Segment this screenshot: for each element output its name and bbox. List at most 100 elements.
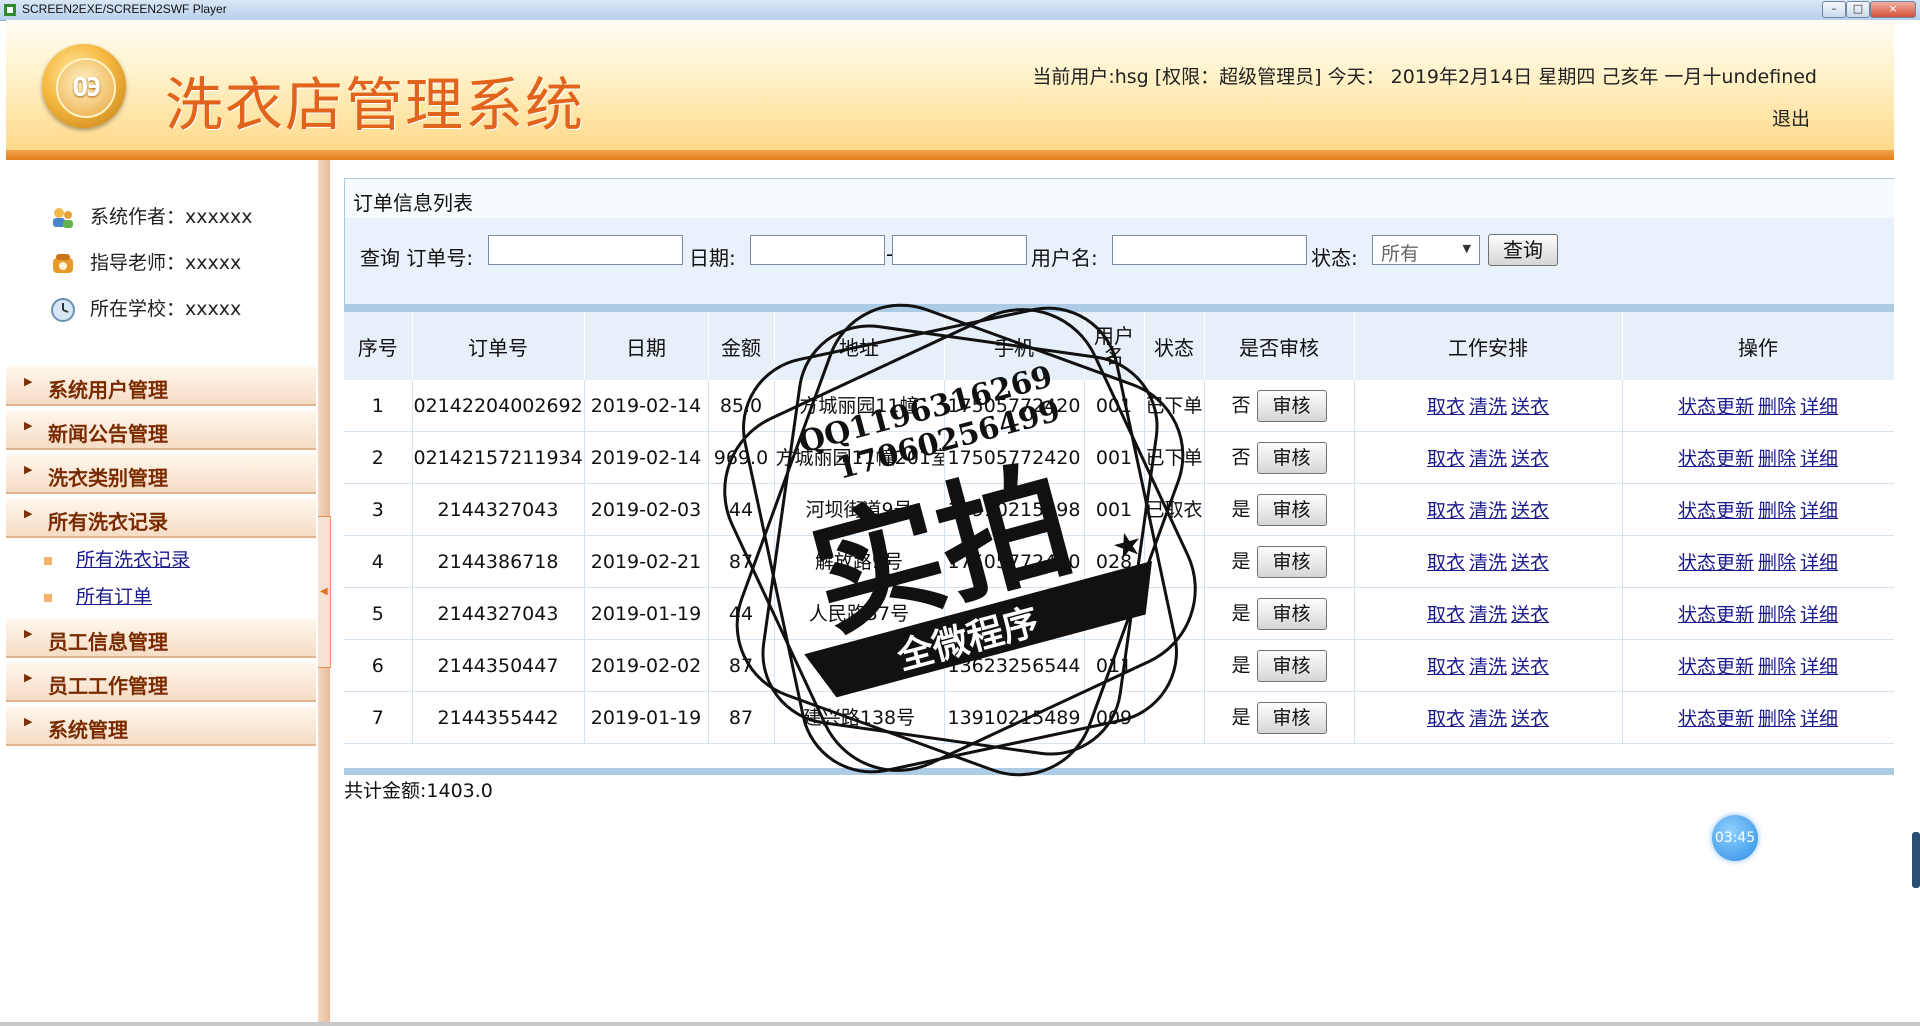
wash-link[interactable]: 清洗 <box>1469 552 1507 574</box>
cell-phone: 13623256544 <box>944 639 1085 692</box>
wash-link[interactable]: 清洗 <box>1469 656 1507 678</box>
column-header: 订单号 <box>412 312 585 380</box>
deliver-link[interactable]: 送衣 <box>1511 604 1549 626</box>
query-button[interactable]: 查询 <box>1488 234 1558 266</box>
audit-button[interactable]: 审核 <box>1256 649 1327 682</box>
pickup-link[interactable]: 取衣 <box>1427 708 1465 730</box>
cell-addr: 解放路9号 <box>774 535 945 588</box>
username-input[interactable] <box>1112 235 1307 265</box>
update-status-link[interactable]: 状态更新 <box>1678 708 1754 730</box>
cell-order: 02142157211934 <box>412 431 585 484</box>
cell-user: 009 <box>1084 691 1145 744</box>
audit-button[interactable]: 审核 <box>1256 389 1327 422</box>
update-status-link[interactable]: 状态更新 <box>1678 604 1754 626</box>
submenu-all-records[interactable]: 所有洗衣记录 <box>44 545 190 572</box>
update-status-link[interactable]: 状态更新 <box>1678 552 1754 574</box>
menu-staff-work[interactable]: ▶ 员工工作管理 <box>6 662 316 702</box>
triangle-right-icon: ▶ <box>24 715 33 728</box>
update-status-link[interactable]: 状态更新 <box>1678 448 1754 470</box>
pickup-link[interactable]: 取衣 <box>1427 604 1465 626</box>
pickup-link[interactable]: 取衣 <box>1427 448 1465 470</box>
menu-laundry-records[interactable]: ▶ 所有洗衣记录 <box>6 498 316 538</box>
triangle-right-icon: ▶ <box>24 419 33 432</box>
delete-link[interactable]: 删除 <box>1758 552 1796 574</box>
close-button[interactable]: × <box>1870 1 1916 18</box>
audit-button[interactable]: 审核 <box>1256 701 1327 734</box>
cell-phone: 17505772420 <box>944 380 1085 432</box>
cell-order: 2144355442 <box>412 691 585 744</box>
bullet-icon <box>44 593 52 602</box>
cell-status <box>1144 587 1205 640</box>
order-no-input[interactable] <box>488 235 683 265</box>
chevron-down-icon: ▼ <box>1462 242 1471 255</box>
wash-link[interactable]: 清洗 <box>1469 708 1507 730</box>
audit-button[interactable]: 审核 <box>1256 597 1327 630</box>
wash-link[interactable]: 清洗 <box>1469 500 1507 522</box>
wash-link[interactable]: 清洗 <box>1469 396 1507 418</box>
minimize-button[interactable]: – <box>1822 1 1846 18</box>
submenu-all-orders[interactable]: 所有订单 <box>44 582 152 609</box>
maximize-button[interactable]: □ <box>1846 1 1870 18</box>
delete-link[interactable]: 删除 <box>1758 448 1796 470</box>
cell-order: 2144350447 <box>412 639 585 692</box>
detail-link[interactable]: 详细 <box>1800 448 1838 470</box>
detail-link[interactable]: 详细 <box>1800 396 1838 418</box>
total-amount: 共计金额:1403.0 <box>344 780 493 802</box>
info-teacher: 指导老师：xxxxx <box>50 248 241 277</box>
delete-link[interactable]: 删除 <box>1758 604 1796 626</box>
search-bar: 查询 订单号: 日期: - 用户名: 状态: 所有 ▼ 查询 <box>344 218 1895 304</box>
deliver-link[interactable]: 送衣 <box>1511 396 1549 418</box>
logout-link[interactable]: 退出 <box>1772 104 1810 131</box>
deliver-link[interactable]: 送衣 <box>1511 448 1549 470</box>
delete-link[interactable]: 删除 <box>1758 500 1796 522</box>
audit-button[interactable]: 审核 <box>1256 545 1327 578</box>
menu-label: 新闻公告管理 <box>48 422 168 446</box>
menu-system-users[interactable]: ▶ 系统用户管理 <box>6 366 316 406</box>
cell-audit: 是审核 <box>1204 483 1355 536</box>
detail-link[interactable]: 详细 <box>1800 656 1838 678</box>
timer-badge[interactable]: 03:45 <box>1712 815 1758 861</box>
delete-link[interactable]: 删除 <box>1758 708 1796 730</box>
status-select[interactable]: 所有 ▼ <box>1372 235 1480 265</box>
detail-link[interactable]: 详细 <box>1800 708 1838 730</box>
menu-staff-info[interactable]: ▶ 员工信息管理 <box>6 618 316 658</box>
orders-table: 序号 订单号 日期 金额 地址 手机 用户名 状态 是否审核 工作安排 操作 1 0214220400… <box>344 312 1895 744</box>
menu-system[interactable]: ▶ 系统管理 <box>6 706 316 746</box>
panel-title: 订单信息列表 <box>353 191 473 215</box>
update-status-link[interactable]: 状态更新 <box>1678 656 1754 678</box>
audit-button[interactable]: 审核 <box>1256 493 1327 526</box>
column-header: 地址 <box>774 312 945 380</box>
delete-link[interactable]: 删除 <box>1758 656 1796 678</box>
update-status-link[interactable]: 状态更新 <box>1678 500 1754 522</box>
cell-addr: 河坝街道9号 <box>774 483 945 536</box>
wash-link[interactable]: 清洗 <box>1469 448 1507 470</box>
cell-date: 2019-02-03 <box>584 483 709 536</box>
side-handle[interactable] <box>1912 832 1920 888</box>
delete-link[interactable]: 删除 <box>1758 396 1796 418</box>
pickup-link[interactable]: 取衣 <box>1427 396 1465 418</box>
cell-no: 1 <box>344 380 413 432</box>
menu-news[interactable]: ▶ 新闻公告管理 <box>6 410 316 450</box>
cell-audit: 是审核 <box>1204 639 1355 692</box>
column-header: 序号 <box>344 312 413 380</box>
deliver-link[interactable]: 送衣 <box>1511 708 1549 730</box>
detail-link[interactable]: 详细 <box>1800 604 1838 626</box>
menu-laundry-types[interactable]: ▶ 洗衣类别管理 <box>6 454 316 494</box>
pickup-link[interactable]: 取衣 <box>1427 552 1465 574</box>
pickup-link[interactable]: 取衣 <box>1427 656 1465 678</box>
pickup-link[interactable]: 取衣 <box>1427 500 1465 522</box>
cell-amount: 44 <box>708 587 775 640</box>
deliver-link[interactable]: 送衣 <box>1511 500 1549 522</box>
deliver-link[interactable]: 送衣 <box>1511 656 1549 678</box>
audit-button[interactable]: 审核 <box>1256 441 1327 474</box>
update-status-link[interactable]: 状态更新 <box>1678 396 1754 418</box>
deliver-link[interactable]: 送衣 <box>1511 552 1549 574</box>
wash-link[interactable]: 清洗 <box>1469 604 1507 626</box>
detail-link[interactable]: 详细 <box>1800 552 1838 574</box>
detail-link[interactable]: 详细 <box>1800 500 1838 522</box>
date-start-input[interactable] <box>750 235 885 265</box>
audit-status: 是 <box>1231 550 1251 572</box>
collapse-arrow-icon[interactable]: ◀ <box>320 586 328 597</box>
audit-status: 是 <box>1231 602 1251 624</box>
date-end-input[interactable] <box>892 235 1027 265</box>
